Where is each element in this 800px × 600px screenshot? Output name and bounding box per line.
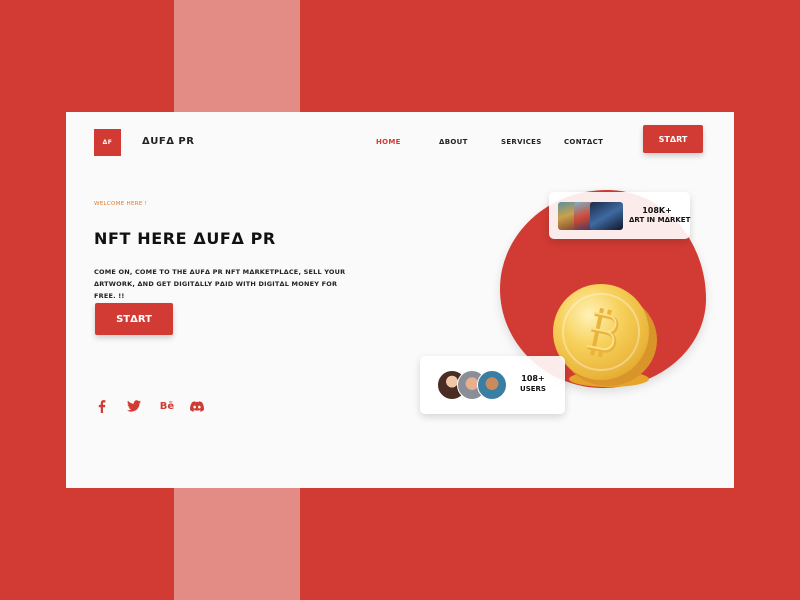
- avatar: [477, 370, 507, 400]
- users-label: USERS: [520, 385, 546, 393]
- welcome-text: WELCOME HERE !: [94, 201, 148, 207]
- header-start-button[interactable]: STΔRT: [643, 125, 703, 153]
- hero-title: NFT HERE ΔUFΔ PR: [94, 229, 276, 248]
- hero-description: COME ON, COME TO THE ΔUFΔ PR NFT MΔRKETP…: [94, 268, 346, 300]
- nav-home[interactable]: HOME: [376, 138, 401, 146]
- brand-name[interactable]: ΔUFΔ PR: [142, 136, 194, 147]
- nav-contact[interactable]: CONTΔCT: [564, 138, 603, 146]
- users-count: 108+: [521, 374, 545, 383]
- bitcoin-icon: [586, 307, 619, 358]
- hero-start-button[interactable]: STΔRT: [95, 303, 173, 335]
- art-label: ΔRT IN MΔRKET: [629, 216, 691, 224]
- discord-icon[interactable]: [190, 399, 204, 413]
- facebook-icon[interactable]: [95, 399, 109, 413]
- twitter-icon[interactable]: [127, 399, 141, 413]
- users-stat-card: 108+ USERS: [420, 356, 565, 414]
- nav-about[interactable]: ΔBOUT: [439, 138, 468, 146]
- behance-icon[interactable]: Bē: [158, 399, 176, 413]
- logo-badge[interactable]: ΔF: [94, 129, 121, 156]
- art-stat-card: 108K+ ΔRT IN MΔRKET: [549, 192, 690, 239]
- landing-card: ΔF ΔUFΔ PR HOME ΔBOUT SERVICES CONTΔCT S…: [66, 112, 734, 488]
- art-thumbnail: [590, 202, 623, 230]
- art-count: 108K+: [642, 206, 672, 215]
- nav-services[interactable]: SERVICES: [501, 138, 542, 146]
